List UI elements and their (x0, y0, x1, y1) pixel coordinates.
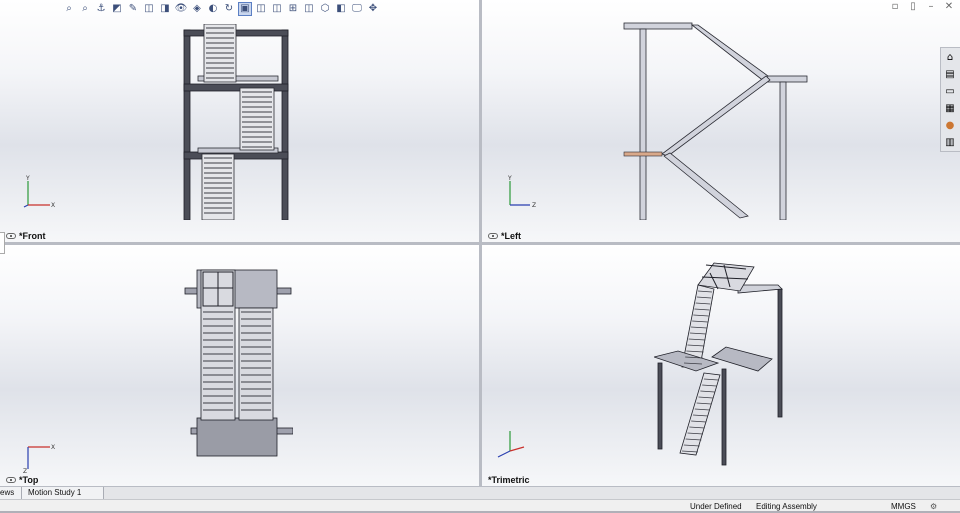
heads-up-view-toolbar: ⌕ ⌕ ⚓ ◩ ✎ ◫ ◨ 👁 ◈ ◐ ↻ ▣ ◫ ◫ ⊞ ◫ ⬡ ◧ 🖵 ✥ (62, 1, 380, 17)
axis-x-label: X (51, 444, 55, 451)
tab-model-views[interactable]: ews (0, 487, 22, 499)
design-library-icon[interactable]: ▤ (941, 66, 959, 82)
tile-icon[interactable]: ▯ (908, 2, 918, 12)
link-icon (6, 477, 16, 483)
home-icon[interactable]: ⌂ (941, 49, 959, 65)
window-controls: ▫ ▯ – ✕ (890, 2, 954, 12)
view-label-front[interactable]: *Front (6, 231, 46, 241)
axis-triad: Y Z (502, 175, 542, 215)
axis-x-label: X (51, 202, 55, 209)
hide-show-icon[interactable]: 👁 (174, 2, 188, 16)
editing-status: Editing Assembly (756, 502, 817, 511)
axis-z-label: Z (532, 202, 536, 209)
stair-model-front[interactable] (176, 23, 296, 221)
definition-status: Under Defined (690, 502, 742, 511)
view-label-trimetric[interactable]: *Trimetric (488, 475, 530, 485)
custom-properties-icon[interactable]: ▥ (941, 134, 959, 150)
view-name: *Front (19, 231, 46, 241)
two-view-horizontal-icon[interactable]: ◫ (254, 2, 268, 16)
zoom-to-fit-icon[interactable]: ⌕ (62, 2, 76, 16)
file-explorer-icon[interactable]: ▭ (941, 83, 959, 99)
axis-triad (492, 425, 532, 465)
view-label-left[interactable]: *Left (488, 231, 521, 241)
display-style-icon[interactable]: ◨ (158, 2, 172, 16)
rotate-view-icon[interactable]: ↻ (222, 2, 236, 16)
axis-triad: Y X (20, 175, 60, 215)
document-tab-bar: ews Motion Study 1 (0, 486, 960, 499)
view-name: *Trimetric (488, 475, 530, 485)
axis-y-label: Y (507, 175, 512, 182)
view-orientation-icon[interactable]: ◫ (142, 2, 156, 16)
feature-tree-flyout-handle[interactable] (0, 232, 5, 254)
apply-scene-icon[interactable]: ◐ (206, 2, 220, 16)
unit-system-button[interactable]: MMGS (891, 502, 916, 511)
viewport-front[interactable]: ⌕⌕⚓◩✎◫◨👁◈◐↻▣◫◫⊞◫⬡◧🖵✥ (0, 0, 479, 242)
axis-y-label: Y (25, 175, 30, 182)
two-view-vertical-icon[interactable]: ◫ (270, 2, 284, 16)
stair-left-drawing (623, 22, 808, 221)
viewport-divider-horizontal[interactable] (0, 242, 960, 245)
view-settings-icon[interactable]: 🖵 (350, 2, 364, 16)
link-icon (6, 233, 16, 239)
view-name: *Left (501, 231, 521, 241)
view-palette-icon[interactable]: ▦ (941, 100, 959, 116)
viewport-top[interactable]: X Z *Top (0, 245, 479, 486)
link-icon (488, 233, 498, 239)
zoom-to-area-icon[interactable]: ⌕ (78, 2, 92, 16)
single-view-icon[interactable]: ▣ (238, 2, 252, 16)
customize-status-icon[interactable]: ⚙ (930, 502, 937, 511)
normal-to-icon[interactable]: ◧ (334, 2, 348, 16)
dynamic-annotation-icon[interactable]: ✎ (126, 2, 140, 16)
stair-top-drawing (184, 269, 294, 457)
section-view-icon[interactable]: ◩ (110, 2, 124, 16)
link-views-icon[interactable]: ◫ (302, 2, 316, 16)
edit-appearance-icon[interactable]: ◈ (190, 2, 204, 16)
four-view-icon[interactable]: ⊞ (286, 2, 300, 16)
status-bar: Under Defined Editing Assembly MMGS ⚙ (0, 499, 960, 513)
previous-view-icon[interactable]: ⚓ (94, 2, 108, 16)
stair-trimetric-drawing (652, 262, 783, 466)
viewport-trimetric[interactable]: *Trimetric (482, 245, 960, 486)
stair-front-drawing (183, 23, 289, 221)
view-label-top[interactable]: *Top (6, 475, 38, 485)
view-name: *Top (19, 475, 39, 485)
axis-z-label: Z (23, 468, 27, 475)
minimize-icon[interactable]: – (926, 2, 936, 12)
task-pane: ⌂ ▤ ▭ ▦ ● ▥ (940, 47, 960, 152)
assembly-window: ⌕⌕⚓◩✎◫◨👁◈◐↻▣◫◫⊞◫⬡◧🖵✥ (0, 0, 960, 513)
appearances-icon[interactable]: ● (941, 117, 959, 133)
isometric-icon[interactable]: ⬡ (318, 2, 332, 16)
stair-model-top[interactable] (183, 268, 294, 458)
restore-icon[interactable]: ▫ (890, 2, 900, 12)
axis-triad: X Z (20, 435, 60, 475)
stair-model-left[interactable] (620, 20, 812, 221)
close-icon[interactable]: ✕ (944, 2, 954, 12)
move-icon[interactable]: ✥ (366, 2, 380, 16)
tab-motion-study[interactable]: Motion Study 1 (22, 487, 104, 499)
viewport-left[interactable]: Y Z *Left ▫ ▯ – ✕ ⌂ ▤ ▭ ▦ ● ▥ (482, 0, 960, 242)
stair-model-trimetric[interactable] (652, 259, 794, 469)
